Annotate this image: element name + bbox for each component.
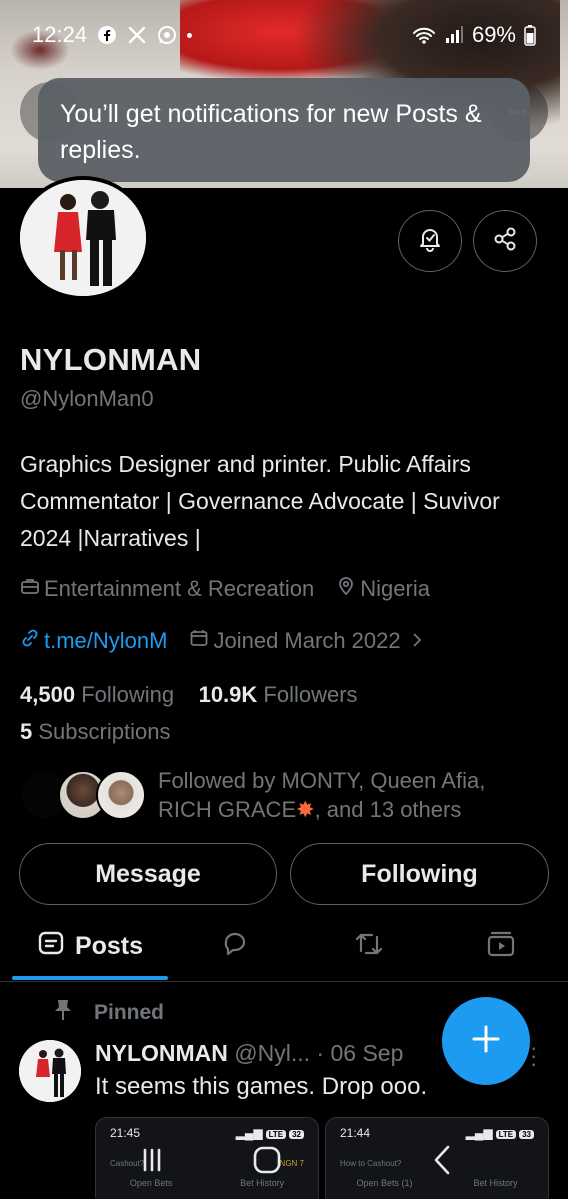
following-count: 4,500 <box>20 682 76 707</box>
subscriptions-count: 5 <box>20 719 33 744</box>
notification-dot <box>187 32 193 38</box>
recent-apps-icon[interactable] <box>137 1145 167 1180</box>
media-2-line: How to Cashout? <box>340 1158 402 1168</box>
message-button[interactable]: Message <box>19 843 277 905</box>
following-button-label: Following <box>361 859 478 888</box>
video-icon <box>486 929 516 964</box>
media-1-lte: 32 <box>289 1130 304 1139</box>
profile-avatar[interactable] <box>16 176 150 300</box>
chevron-right-icon <box>411 628 423 654</box>
link-text[interactable]: t.me/NylonM <box>44 628 167 654</box>
followed-by-line-1: Followed by MONTY, Queen Afia, <box>158 768 486 793</box>
followers-stat[interactable]: 10.9K Followers <box>199 682 358 707</box>
bell-check-icon <box>416 225 444 258</box>
media-2-time: 21:44 <box>340 1126 371 1140</box>
media-2-signal: ▂▄▆ LTE 33 <box>466 1126 534 1140</box>
media-2-left: Open Bets (1) <box>356 1178 413 1188</box>
following-button[interactable]: Following <box>290 843 549 905</box>
followed-by-text: Followed by MONTY, Queen Afia, RICH GRAC… <box>158 766 538 824</box>
facebook-icon <box>97 25 117 45</box>
post-text: It seems this games. Drop ooo. <box>95 1073 428 1100</box>
profile-tabs: Posts <box>0 912 568 982</box>
profile-bio: Graphics Designer and printer. Public Af… <box>20 451 500 551</box>
battery-icon <box>524 24 536 46</box>
share-icon <box>491 225 519 258</box>
joined-text: Joined March 2022 <box>213 628 401 653</box>
following-label: Following <box>81 682 175 707</box>
posts-icon <box>37 929 65 964</box>
location-text: Nigeria <box>360 576 430 601</box>
profile-link[interactable]: t.me/NylonM <box>20 628 167 654</box>
back-icon[interactable] <box>428 1143 458 1182</box>
plus-icon <box>470 1023 502 1060</box>
media-1-signal: ▂▄▆ LTE 32 <box>236 1126 304 1140</box>
explosion-emoji-icon: ✸ <box>296 797 315 822</box>
followers-count: 10.9K <box>198 682 258 707</box>
profile-meta-row-1: Entertainment & Recreation Nigeria <box>20 576 452 602</box>
home-icon[interactable] <box>251 1144 283 1181</box>
notification-bell-button[interactable] <box>398 210 462 272</box>
signal-icon <box>444 25 464 45</box>
status-bar: 12:24 69% <box>0 0 568 70</box>
post-avatar[interactable] <box>19 1040 81 1102</box>
display-name: NYLONMAN <box>20 342 202 377</box>
toast-message: You’ll get notifications for new Posts &… <box>60 100 482 164</box>
followed-by-line-2: RICH GRACE✸, and 13 others <box>158 795 538 824</box>
profile-handle: @NylonMan0 <box>20 386 154 411</box>
followers-label: Followers <box>263 682 358 707</box>
tab-media[interactable] <box>466 912 536 980</box>
wifi-icon <box>412 25 436 45</box>
repost-icon <box>353 929 385 964</box>
post-author-handle[interactable]: @Nyl... <box>234 1040 310 1066</box>
battery-percent: 69% <box>471 22 516 47</box>
message-button-label: Message <box>95 859 201 888</box>
followed-by-avatars <box>20 767 146 823</box>
tab-posts[interactable]: Posts <box>12 912 168 980</box>
tab-replies[interactable] <box>200 912 270 980</box>
subscriptions-stat[interactable]: 5 Subscriptions <box>20 719 170 745</box>
status-time: 12:24 <box>32 22 88 47</box>
profile-meta-row-2: t.me/NylonM Joined March 2022 <box>20 628 445 654</box>
whatsapp-icon <box>157 25 177 45</box>
link-icon <box>20 628 40 654</box>
following-stat[interactable]: 4,500 Following <box>20 682 174 707</box>
briefcase-icon <box>20 576 40 602</box>
status-left: 12:24 <box>32 22 193 48</box>
media-2-right: Bet History <box>473 1178 518 1188</box>
post-header: NYLONMAN @Nyl... · 06 Sep <box>95 1040 403 1067</box>
profile-location: Nigeria <box>336 576 430 602</box>
followed-by-line-2a: RICH GRACE <box>158 797 297 822</box>
location-pin-icon <box>336 576 356 602</box>
post-separator: · <box>316 1040 331 1066</box>
share-button[interactable] <box>473 210 537 272</box>
status-right: 69% <box>412 22 536 48</box>
followed-by-line-2b: , and 13 others <box>314 797 462 822</box>
followed-by-row[interactable]: Followed by MONTY, Queen Afia, RICH GRAC… <box>20 766 538 824</box>
pinned-label: Pinned <box>94 1001 165 1024</box>
compose-post-button[interactable] <box>442 997 530 1085</box>
category-text: Entertainment & Recreation <box>44 576 315 601</box>
x-icon <box>127 25 147 45</box>
subscriptions-label: Subscriptions <box>38 719 171 744</box>
system-nav-bar <box>95 1140 325 1184</box>
pinned-indicator: Pinned <box>52 998 164 1028</box>
follower-avatar-3 <box>96 770 146 820</box>
tab-posts-label: Posts <box>74 931 144 960</box>
avatar-photo <box>20 180 146 296</box>
follow-stats: 4,500 Following 10.9K Followers <box>20 682 358 708</box>
active-tab-indicator <box>12 976 168 980</box>
calendar-icon <box>189 628 209 654</box>
tab-reposts[interactable] <box>334 912 404 980</box>
reply-icon <box>220 929 250 964</box>
media-2-lte: 33 <box>519 1130 534 1139</box>
profile-category: Entertainment & Recreation <box>20 576 314 602</box>
post-date[interactable]: 06 Sep <box>330 1040 403 1066</box>
pin-icon <box>52 998 74 1028</box>
media-1-time: 21:45 <box>110 1126 141 1140</box>
more-icon[interactable]: · · · <box>530 1037 537 1075</box>
profile-joined[interactable]: Joined March 2022 <box>189 628 422 654</box>
notification-toast: You’ll get notifications for new Posts &… <box>38 78 530 182</box>
post-author-name[interactable]: NYLONMAN <box>95 1040 228 1066</box>
